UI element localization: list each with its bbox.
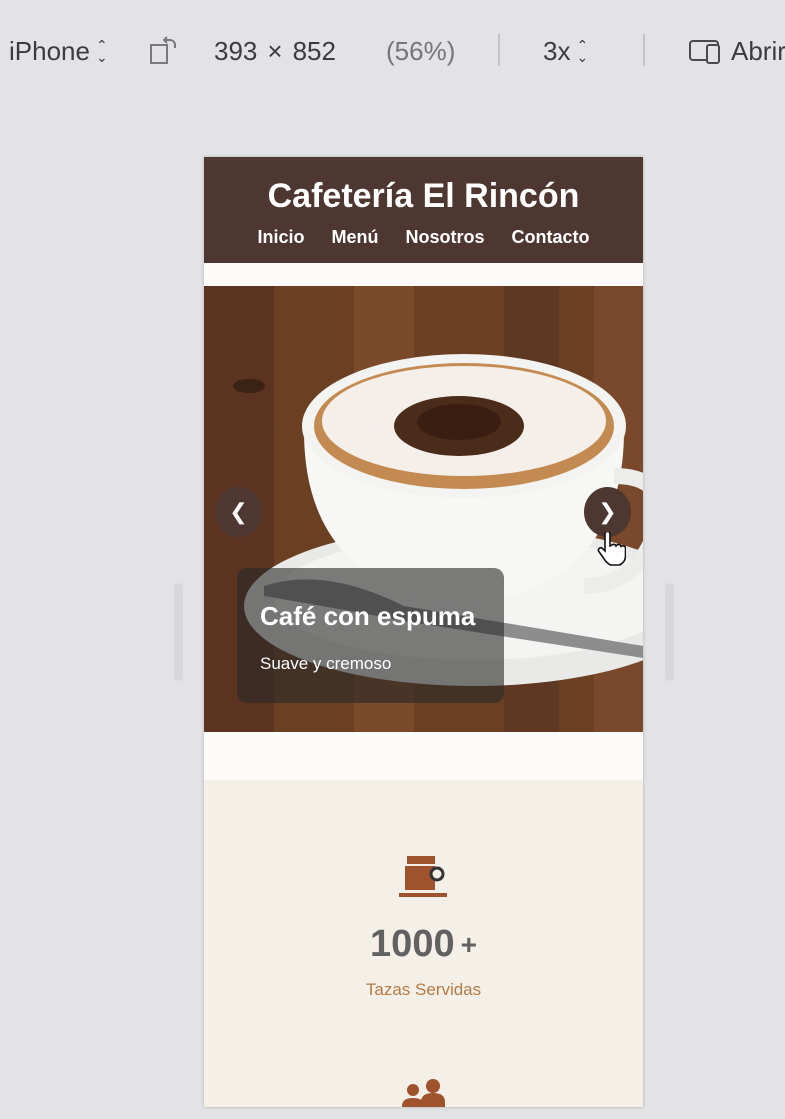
devices-icon [689,40,720,64]
nav-link-inicio[interactable]: Inicio [257,227,304,248]
open-label: Abrir [731,35,785,66]
people-icon [402,1079,445,1107]
device-select[interactable]: iPhone ⌃ ⌄ [9,34,108,68]
stat-label: Tazas Servidas [365,980,482,999]
rotate-icon[interactable] [148,34,178,68]
hand-pointer-cursor-icon [597,532,626,566]
hero-carousel: ❮ ❯ Café con espuma Suave y cremoso [204,286,643,732]
viewport-width[interactable]: 393 [214,36,257,67]
nav-link-menu[interactable]: Menú [332,227,379,248]
device-viewport: Cafetería El Rincón Inicio Menú Nosotros… [204,157,643,1107]
nav-link-contacto[interactable]: Contacto [512,227,590,248]
resize-handle-right[interactable] [665,583,674,681]
stats-section: 1000 + Tazas Servidas [204,780,643,1107]
open-in-device-button[interactable]: Abrir [689,34,785,68]
stat-plus: + [460,929,477,960]
coffee-machine-icon [399,856,447,897]
devtools-toolbar: iPhone ⌃ ⌄ 393 × 852 (56%) 3x ⌃ ⌄ Abrir [0,0,785,100]
dpr-select[interactable]: 3x ⌃ ⌄ [543,34,588,68]
toolbar-divider [643,34,645,66]
site-title: Cafetería El Rincón [267,177,580,215]
caption-text: Suave y cremoso [260,654,392,673]
device-label: iPhone [9,35,90,66]
toolbar-divider [498,34,500,66]
carousel-caption: Café con espuma Suave y cremoso [237,568,504,703]
stat-value: 1000 [370,923,455,965]
main-nav: Inicio Menú Nosotros Contacto [204,227,643,248]
site-header: Cafetería El Rincón Inicio Menú Nosotros… [204,157,643,263]
stat-number: 1000 + [204,923,643,966]
viewport-height[interactable]: 852 [293,36,336,67]
zoom-percent: (56%) [386,35,456,66]
dpr-label: 3x [543,35,571,66]
updown-chevron-icon: ⌃ ⌄ [576,37,589,65]
updown-chevron-icon: ⌃ ⌄ [95,37,108,65]
times-sign: × [267,35,283,66]
viewport-dimensions[interactable]: 393 × 852 [214,34,336,68]
resize-handle-left[interactable] [174,583,183,681]
caption-title: Café con espuma [260,601,476,631]
nav-link-nosotros[interactable]: Nosotros [406,227,485,248]
carousel-next-button[interactable]: ❯ [584,487,631,537]
carousel-prev-button[interactable]: ❮ [215,487,262,537]
